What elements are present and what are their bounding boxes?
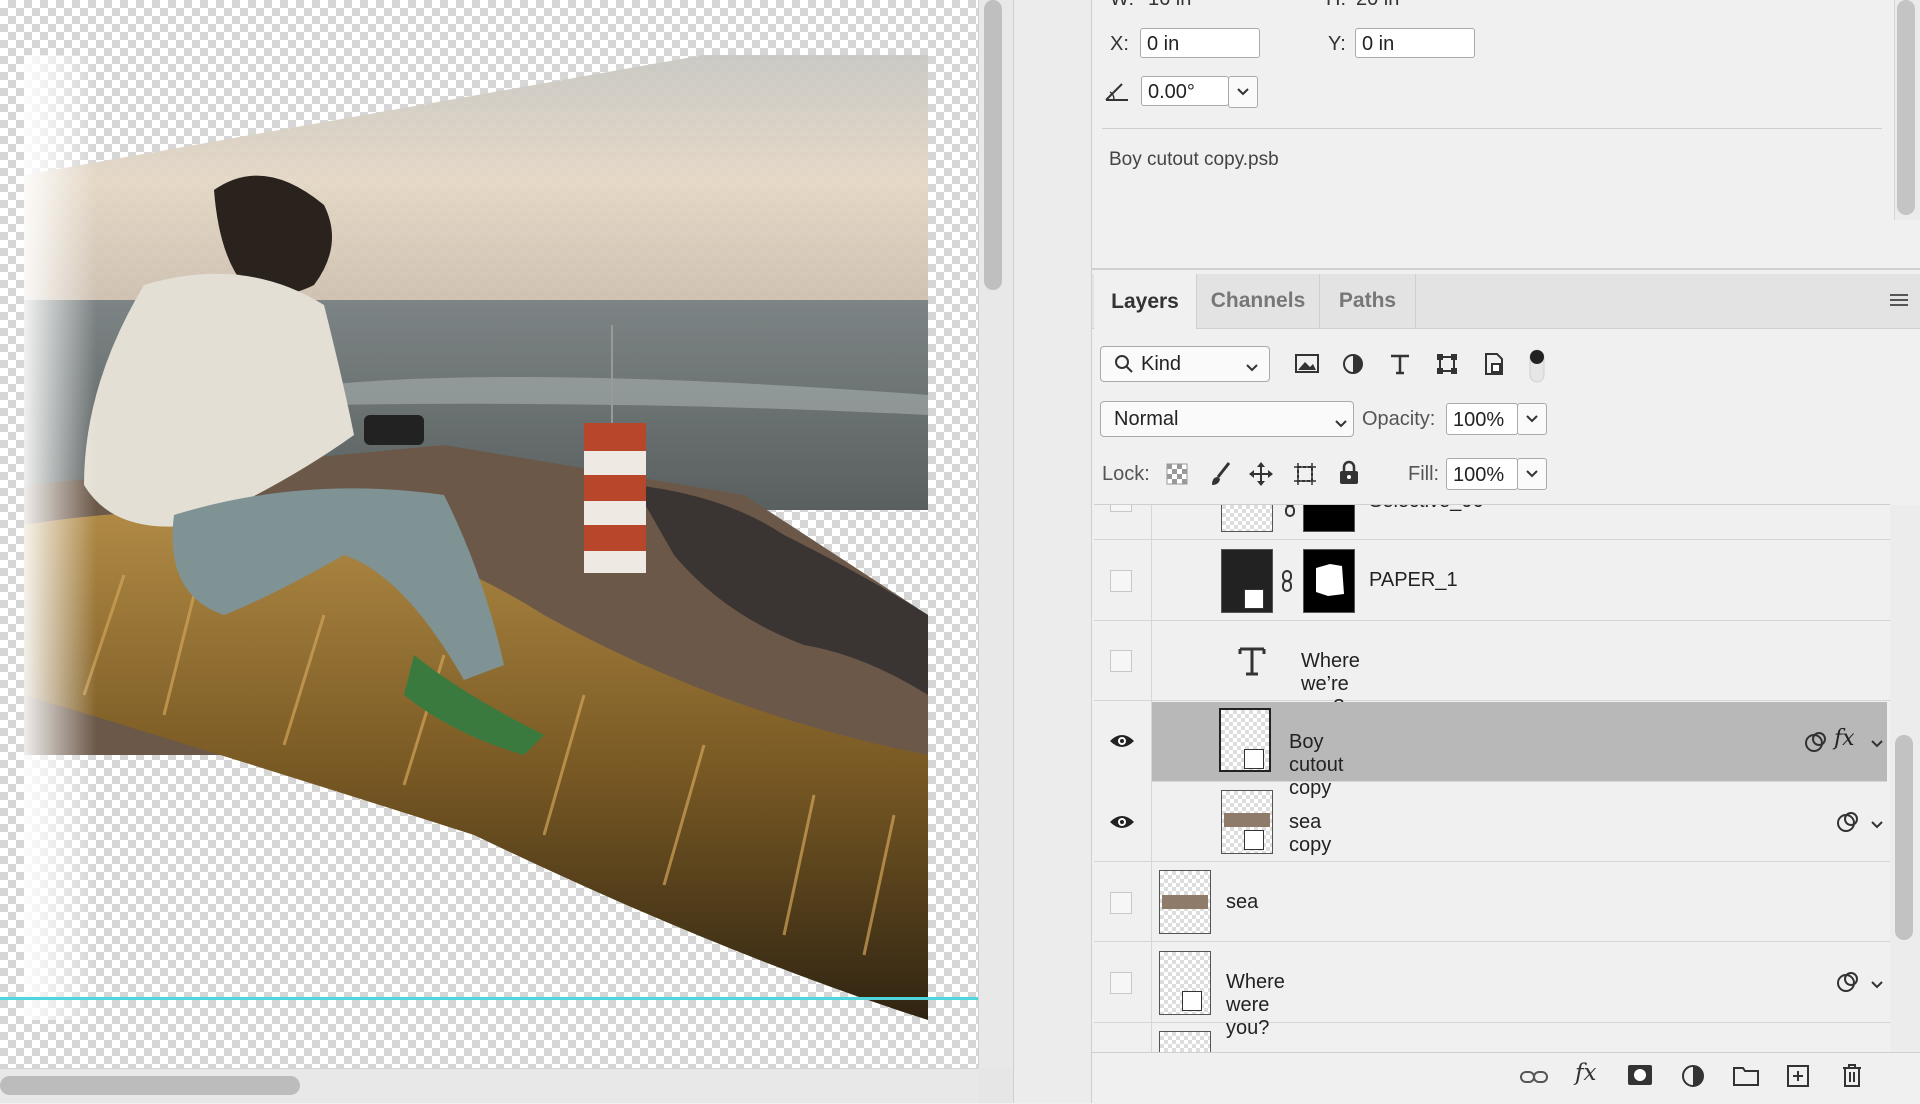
chevron-down-icon <box>1237 88 1249 96</box>
add-layer-style-fx-icon[interactable]: fx <box>1575 1060 1596 1086</box>
layer-mask-thumbnail[interactable] <box>1303 549 1355 613</box>
lock-label: Lock: <box>1102 463 1150 485</box>
width-value: 16 in <box>1148 0 1191 11</box>
tab-paths[interactable]: Paths <box>1320 274 1416 328</box>
add-mask-icon[interactable] <box>1627 1064 1653 1091</box>
smart-filter-icon[interactable] <box>1804 730 1828 759</box>
y-label: Y: <box>1328 33 1346 55</box>
search-icon <box>1114 354 1134 379</box>
layer-row[interactable] <box>1094 621 1890 701</box>
smart-object-badge-icon <box>1244 749 1264 769</box>
x-label: X: <box>1110 33 1129 55</box>
filter-shape-layer-icon[interactable] <box>1435 352 1459 381</box>
new-adjustment-layer-icon[interactable] <box>1681 1064 1705 1093</box>
layer-thumbnail <box>1221 505 1273 532</box>
smart-object-badge-icon <box>1244 830 1264 850</box>
angle-field[interactable]: 0.00° <box>1141 76 1229 106</box>
layer-thumbnail <box>1159 1031 1211 1052</box>
chevron-down-icon[interactable] <box>1870 817 1884 835</box>
angle-dropdown-button[interactable] <box>1228 76 1258 108</box>
width-label: W: <box>1110 0 1134 11</box>
smart-object-badge-icon <box>1182 991 1202 1011</box>
layer-mask-thumbnail[interactable] <box>1303 505 1355 532</box>
new-layer-icon[interactable] <box>1786 1064 1810 1093</box>
chevron-down-icon <box>1526 470 1538 478</box>
canvas-vertical-scroll-thumb[interactable] <box>984 0 1002 290</box>
layers-scroll-thumb[interactable] <box>1895 735 1913 940</box>
smart-filter-icon[interactable] <box>1836 970 1860 999</box>
opacity-label: Opacity: <box>1362 408 1436 430</box>
smart-filter-icon[interactable] <box>1836 810 1860 839</box>
layer-row[interactable] <box>1094 943 1890 1023</box>
filter-kind-label: Kind <box>1141 353 1182 375</box>
opacity-dropdown-button[interactable] <box>1517 403 1547 435</box>
link-layers-icon[interactable] <box>1519 1066 1549 1093</box>
properties-scroll-thumb[interactable] <box>1897 0 1915 215</box>
fill-field[interactable]: 100% <box>1446 458 1518 490</box>
document-image[interactable] <box>24 55 928 1020</box>
divider <box>1102 128 1882 129</box>
layer-visibility-toggle[interactable] <box>1110 505 1132 512</box>
fill-dropdown-button[interactable] <box>1517 458 1547 490</box>
eye-visibility-icon[interactable] <box>1109 733 1135 754</box>
lock-image-pixels-brush-icon[interactable] <box>1209 461 1233 492</box>
layer-list[interactable]: Selective_06 PAPER_1 Where we’re you? Bo… <box>1094 505 1890 1052</box>
chevron-down-icon <box>1334 416 1348 434</box>
guide-line[interactable] <box>0 997 978 1000</box>
layer-visibility-toggle[interactable] <box>1110 570 1132 592</box>
lock-artboard-icon[interactable] <box>1292 461 1318 492</box>
layer-row[interactable] <box>1094 541 1890 621</box>
height-label: H: <box>1326 0 1346 11</box>
chevron-down-icon[interactable] <box>1870 977 1884 995</box>
blend-mode-value: Normal <box>1114 408 1179 430</box>
layer-visibility-toggle[interactable] <box>1110 972 1132 994</box>
opacity-field[interactable]: 100% <box>1446 403 1518 435</box>
layer-row[interactable] <box>1094 782 1890 862</box>
layer-row[interactable] <box>1094 862 1890 942</box>
canvas-area[interactable] <box>0 0 1013 1103</box>
chevron-down-icon <box>1526 415 1538 423</box>
filter-adjustment-layer-icon[interactable] <box>1341 352 1365 381</box>
filter-toggle-switch[interactable] <box>1528 348 1546 389</box>
chevron-down-icon <box>1245 360 1259 378</box>
x-position-field[interactable]: 0 in <box>1140 28 1260 58</box>
angle-icon <box>1104 80 1130 107</box>
text-layer-icon <box>1237 645 1267 682</box>
fill-label: Fill: <box>1408 463 1440 485</box>
filter-pixel-layer-icon[interactable] <box>1294 352 1320 379</box>
layer-row[interactable] <box>1094 505 1890 540</box>
lock-all-icon[interactable] <box>1338 460 1360 491</box>
layer-name[interactable]: Selective_06 <box>1369 505 1484 513</box>
canvas-horizontal-scroll-thumb[interactable] <box>0 1076 300 1095</box>
delete-layer-trash-icon[interactable] <box>1840 1062 1864 1093</box>
eye-visibility-icon[interactable] <box>1109 814 1135 835</box>
tab-channels[interactable]: Channels <box>1197 274 1320 328</box>
layer-visibility-toggle[interactable] <box>1110 650 1132 672</box>
panel-menu-icon[interactable] <box>1888 292 1910 313</box>
layer-name[interactable]: PAPER_1 <box>1369 569 1458 592</box>
link-icon[interactable] <box>1280 569 1294 598</box>
y-position-field[interactable]: 0 in <box>1355 28 1475 58</box>
panel-dock-gutter <box>1013 0 1092 1103</box>
layer-name[interactable]: sea <box>1226 891 1258 914</box>
layer-name[interactable]: Where were you? <box>1226 971 1285 1040</box>
tab-layers[interactable]: Layers <box>1094 274 1197 329</box>
fx-icon[interactable]: fx <box>1834 726 1855 751</box>
smart-object-badge-icon <box>1244 589 1264 609</box>
height-value: 20 in <box>1356 0 1399 11</box>
linked-filename: Boy cutout copy.psb <box>1109 149 1279 170</box>
filter-smart-object-icon[interactable] <box>1483 352 1505 381</box>
layer-thumbnail <box>1159 870 1211 934</box>
chevron-down-icon[interactable] <box>1870 736 1884 754</box>
lock-transparent-pixels-icon[interactable] <box>1166 463 1188 490</box>
filter-type-layer-icon[interactable] <box>1388 352 1412 381</box>
layer-visibility-toggle[interactable] <box>1110 892 1132 914</box>
lock-position-move-icon[interactable] <box>1248 461 1274 492</box>
layer-name[interactable]: sea copy <box>1289 811 1331 857</box>
new-group-folder-icon[interactable] <box>1733 1064 1759 1091</box>
link-icon[interactable] <box>1283 505 1297 523</box>
